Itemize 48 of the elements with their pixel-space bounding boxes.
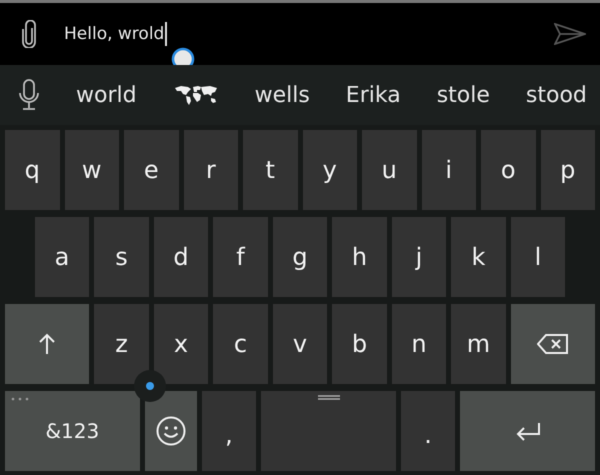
- letter-key[interactable]: g: [272, 217, 328, 297]
- symbols-key[interactable]: &123: [5, 391, 140, 471]
- letter-key[interactable]: h: [332, 217, 387, 297]
- suggestion-word[interactable]: wells: [254, 82, 310, 108]
- letter-key[interactable]: z: [94, 304, 149, 384]
- letter-key[interactable]: n: [392, 304, 446, 384]
- letter-key[interactable]: o: [481, 130, 536, 210]
- letter-key[interactable]: k: [451, 217, 506, 297]
- suggestion-word[interactable]: stole: [436, 82, 490, 108]
- letter-key[interactable]: r: [184, 130, 238, 210]
- punctuation-key[interactable]: .: [400, 391, 456, 471]
- letter-key[interactable]: w: [64, 130, 119, 210]
- letter-key[interactable]: b: [332, 304, 387, 384]
- shift-arrow-icon: [38, 333, 56, 355]
- cursor-handle-icon[interactable]: [171, 47, 195, 65]
- grip-icon: [318, 395, 340, 400]
- letter-key[interactable]: p: [540, 130, 595, 210]
- suggestion-word[interactable]: Erika: [346, 82, 401, 108]
- letter-key[interactable]: x: [154, 304, 208, 384]
- letter-key[interactable]: m: [451, 304, 506, 384]
- letter-key[interactable]: d: [154, 217, 208, 297]
- letter-key[interactable]: f: [213, 217, 268, 297]
- letter-key[interactable]: j: [392, 217, 446, 297]
- letter-key[interactable]: s: [94, 217, 149, 297]
- letter-key[interactable]: e: [124, 130, 178, 210]
- letter-key[interactable]: t: [243, 130, 298, 210]
- letter-key[interactable]: y: [302, 130, 357, 210]
- letter-key[interactable]: v: [272, 304, 328, 384]
- enter-arrow-icon: [514, 421, 541, 441]
- letter-key[interactable]: i: [422, 130, 476, 210]
- letter-key[interactable]: u: [362, 130, 416, 210]
- emoji-key[interactable]: [144, 391, 197, 471]
- backspace-icon: [536, 333, 569, 355]
- letter-key[interactable]: c: [213, 304, 268, 384]
- suggestion-word[interactable]: world: [76, 82, 137, 108]
- letter-key[interactable]: a: [34, 217, 90, 297]
- paperclip-icon[interactable]: [22, 20, 36, 48]
- cursor-handle-icon[interactable]: [133, 369, 167, 403]
- punctuation-key[interactable]: ,: [202, 391, 256, 471]
- letter-key[interactable]: q: [5, 130, 60, 210]
- microphone-icon[interactable]: [18, 79, 40, 111]
- backspace-key[interactable]: [510, 304, 595, 384]
- suggestion-word[interactable]: stood: [526, 82, 587, 108]
- letter-key[interactable]: l: [510, 217, 566, 297]
- dots-icon: [11, 397, 31, 401]
- send-icon[interactable]: [554, 23, 586, 45]
- smiley-icon: [156, 416, 186, 446]
- world-map-icon[interactable]: [172, 84, 219, 106]
